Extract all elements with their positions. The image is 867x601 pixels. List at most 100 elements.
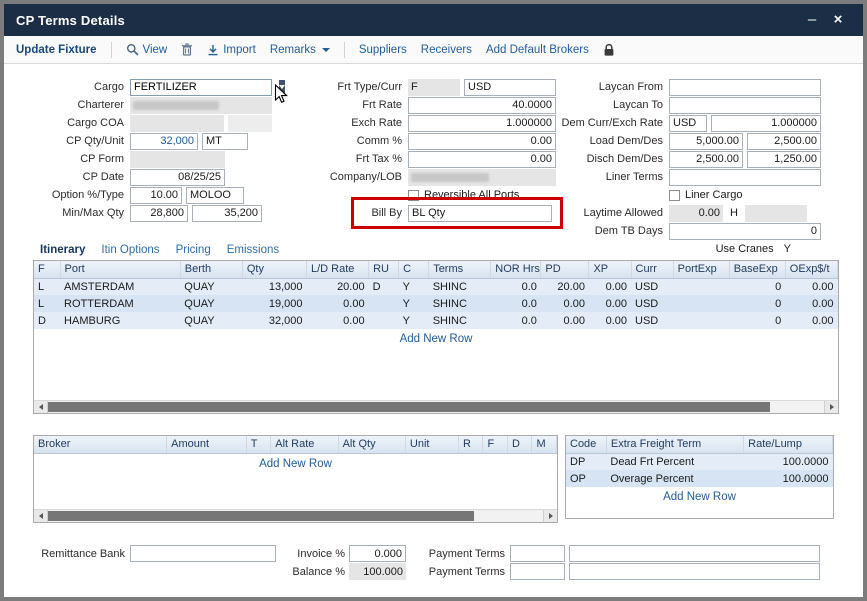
cell[interactable]: 0.00 <box>589 278 631 295</box>
scrollbar-thumb[interactable] <box>48 511 474 521</box>
dem-exch-rate-input[interactable] <box>711 115 821 132</box>
frt-tax-input[interactable] <box>408 151 556 168</box>
cell[interactable]: 0.00 <box>785 312 837 329</box>
cell[interactable]: 0 <box>729 312 785 329</box>
cell[interactable]: Y <box>399 312 429 329</box>
payment-terms-desc-input-1[interactable] <box>569 545 820 562</box>
cell[interactable] <box>369 312 399 329</box>
scroll-right-button[interactable] <box>824 401 838 413</box>
cargo-dropdown-button[interactable] <box>279 80 285 95</box>
cell[interactable]: 0 <box>729 278 785 295</box>
update-fixture-button[interactable]: Update Fixture <box>16 44 97 56</box>
reversible-all-ports-checkbox[interactable] <box>408 190 419 201</box>
cell[interactable]: USD <box>631 278 673 295</box>
scroll-right-button[interactable] <box>543 510 557 522</box>
cell[interactable]: USD <box>631 295 673 312</box>
disch-dem-input[interactable] <box>669 151 743 168</box>
invoice-pct-input[interactable] <box>349 545 406 562</box>
cell[interactable]: HAMBURG <box>60 312 180 329</box>
cell[interactable]: QUAY <box>180 295 242 312</box>
cell[interactable]: 100.0000 <box>744 453 833 470</box>
min-qty-input[interactable] <box>130 205 188 222</box>
cell[interactable]: 20.00 <box>541 278 589 295</box>
exch-rate-input[interactable] <box>408 115 556 132</box>
scroll-left-button[interactable] <box>34 510 48 522</box>
cell[interactable]: Overage Percent <box>606 470 743 487</box>
cell[interactable]: 0.00 <box>541 295 589 312</box>
laycan-from-input[interactable] <box>669 79 821 96</box>
scroll-left-button[interactable] <box>34 401 48 413</box>
cell[interactable]: 0.00 <box>589 312 631 329</box>
scrollbar-track[interactable] <box>48 510 543 522</box>
payment-terms-desc-input-2[interactable] <box>569 563 820 580</box>
scrollbar-track[interactable] <box>48 401 824 413</box>
cell[interactable]: 0.00 <box>306 295 368 312</box>
cell[interactable]: 0.00 <box>541 312 589 329</box>
cell[interactable]: L <box>34 278 60 295</box>
import-button[interactable]: Import <box>207 44 256 56</box>
cp-unit-input[interactable] <box>202 133 248 150</box>
receivers-button[interactable]: Receivers <box>421 44 472 56</box>
cell[interactable]: 0.00 <box>589 295 631 312</box>
cell[interactable]: QUAY <box>180 312 242 329</box>
max-qty-input[interactable] <box>192 205 262 222</box>
cell[interactable] <box>673 295 729 312</box>
comm-pct-input[interactable] <box>408 133 556 150</box>
cell[interactable] <box>673 312 729 329</box>
cell[interactable]: 0.0 <box>491 295 541 312</box>
load-des-input[interactable] <box>747 133 821 150</box>
scrollbar-thumb[interactable] <box>48 402 770 412</box>
liner-terms-input[interactable] <box>669 169 821 186</box>
cell[interactable]: 0.0 <box>491 312 541 329</box>
cp-qty-input[interactable] <box>130 133 198 150</box>
add-default-brokers-button[interactable]: Add Default Brokers <box>486 44 589 56</box>
add-new-row-link[interactable]: Add New Row <box>34 333 838 345</box>
broker-hscrollbar[interactable] <box>34 509 557 522</box>
cell[interactable]: Dead Frt Percent <box>606 453 743 470</box>
minimize-button[interactable]: – <box>799 4 825 36</box>
use-cranes-value[interactable]: Y <box>784 243 791 255</box>
cell[interactable]: 19,000 <box>242 295 306 312</box>
cell[interactable]: AMSTERDAM <box>60 278 180 295</box>
cell[interactable]: 100.0000 <box>744 470 833 487</box>
cell[interactable]: L <box>34 295 60 312</box>
option-pct-input[interactable] <box>130 187 182 204</box>
cell[interactable]: SHINC <box>429 312 491 329</box>
cell[interactable] <box>673 278 729 295</box>
cell[interactable]: 32,000 <box>242 312 306 329</box>
liner-cargo-checkbox[interactable] <box>669 190 680 201</box>
table-row[interactable]: DP Dead Frt Percent 100.0000 <box>566 453 833 470</box>
close-button[interactable]: × <box>825 4 851 36</box>
cell[interactable]: Y <box>399 278 429 295</box>
laycan-to-input[interactable] <box>669 97 821 114</box>
cell[interactable]: 0 <box>729 295 785 312</box>
cell[interactable]: 0.0 <box>491 278 541 295</box>
frt-rate-input[interactable] <box>408 97 556 114</box>
cell[interactable]: 0.00 <box>785 278 837 295</box>
add-new-row-link[interactable]: Add New Row <box>566 491 833 503</box>
cell[interactable]: 0.00 <box>785 295 837 312</box>
cell[interactable]: DP <box>566 453 606 470</box>
add-new-row-link[interactable]: Add New Row <box>34 458 557 470</box>
load-dem-input[interactable] <box>669 133 743 150</box>
cell[interactable]: 0.00 <box>306 312 368 329</box>
disch-des-input[interactable] <box>747 151 821 168</box>
tab-pricing[interactable]: Pricing <box>176 244 211 256</box>
table-row[interactable]: OP Overage Percent 100.0000 <box>566 470 833 487</box>
cell[interactable]: ROTTERDAM <box>60 295 180 312</box>
table-row[interactable]: D HAMBURG QUAY 32,000 0.00 Y SHINC 0.0 0… <box>34 312 838 329</box>
table-row[interactable]: L ROTTERDAM QUAY 19,000 0.00 Y SHINC 0.0… <box>34 295 838 312</box>
cargo-combobox[interactable] <box>130 79 272 96</box>
tab-emissions[interactable]: Emissions <box>227 244 279 256</box>
view-button[interactable]: View <box>126 43 168 56</box>
lock-button[interactable] <box>603 43 615 57</box>
cell[interactable]: 13,000 <box>242 278 306 295</box>
cell[interactable]: QUAY <box>180 278 242 295</box>
cell[interactable]: Y <box>399 295 429 312</box>
cell[interactable]: USD <box>631 312 673 329</box>
table-row[interactable]: L AMSTERDAM QUAY 13,000 20.00 D Y SHINC … <box>34 278 838 295</box>
itinerary-hscrollbar[interactable] <box>34 400 838 413</box>
cp-date-input[interactable] <box>130 169 225 186</box>
delete-button[interactable] <box>181 43 193 56</box>
cell[interactable]: 20.00 <box>306 278 368 295</box>
